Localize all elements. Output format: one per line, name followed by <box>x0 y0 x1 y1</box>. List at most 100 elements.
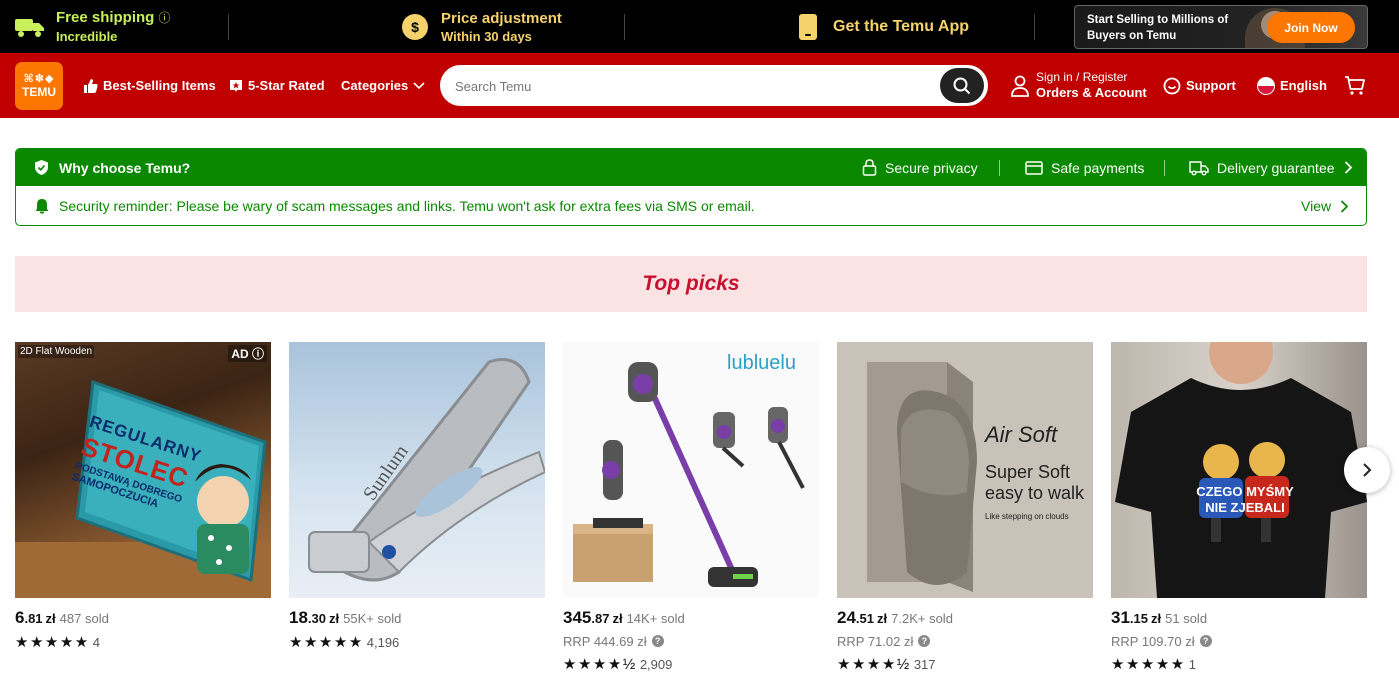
view-link[interactable]: View <box>1301 186 1349 225</box>
product-card[interactable]: Air Soft Super Soft easy to walk Like st… <box>837 342 1093 673</box>
product-image[interactable]: REGULARNY STOLEC PODSTAWĄ DOBREGO SAMOPO… <box>15 342 271 598</box>
nav-categories[interactable]: Categories <box>341 53 430 118</box>
rating-row: ★★★★★ 4,196 <box>289 634 545 651</box>
security-reminder-text: Security reminder: Please be wary of sca… <box>59 198 755 214</box>
help-icon[interactable]: ? <box>918 635 931 647</box>
divider <box>228 14 229 40</box>
help-icon[interactable]: ? <box>651 635 664 647</box>
join-now-button[interactable]: Join Now <box>1267 12 1355 43</box>
logo-text: TEMU <box>22 85 56 99</box>
nav-best-selling[interactable]: Best-Selling Items <box>84 53 216 118</box>
product-image[interactable]: Air Soft Super Soft easy to walk Like st… <box>837 342 1093 598</box>
sold-count: 55K+ sold <box>343 611 402 626</box>
rating-row: ★★★★★ 1 <box>1111 656 1367 673</box>
currency: zł <box>1151 611 1162 626</box>
product-image[interactable]: lubluelu <box>563 342 819 598</box>
star-rating: ★★★★½ <box>837 656 911 673</box>
chevron-right-icon <box>1363 463 1372 477</box>
ad-badge[interactable]: AD ⓘ <box>228 345 267 362</box>
search-input[interactable] <box>455 76 925 96</box>
user-icon <box>1011 75 1029 97</box>
product-card[interactable]: Sunlum 18.30 zł 55K+ sold ★★★★★ 4,196 <box>289 342 545 651</box>
promo-bar: Free shipping ⓘ Incredible $ Price adjus… <box>0 0 1399 53</box>
product-card[interactable]: lubluelu 345.87 zł 14K+ sold RRP 444.69 z… <box>563 342 819 673</box>
rrp-row: RRP 71.02 zł? <box>837 632 1093 650</box>
safe-payments-item: Safe payments <box>1025 149 1144 186</box>
cart-button[interactable] <box>1344 53 1371 118</box>
star-badge-icon <box>230 79 242 92</box>
sold-count: 487 sold <box>59 611 109 626</box>
price-integer: 6 <box>15 608 25 627</box>
price-integer: 24 <box>837 608 856 627</box>
product-card[interactable]: REGULARNY STOLEC PODSTAWĄ DOBREGO SAMOPO… <box>15 342 271 651</box>
search-button[interactable] <box>940 68 984 103</box>
start-selling-banner[interactable]: Start Selling to Millions of Buyers on T… <box>1074 5 1368 49</box>
divider <box>624 14 625 40</box>
price-decimal: .81 <box>24 611 43 626</box>
rating-row: ★★★★½ 317 <box>837 656 1093 673</box>
get-app-promo[interactable]: Get the Temu App <box>798 0 969 53</box>
security-reminder[interactable]: Security reminder: Please be wary of sca… <box>16 186 1366 225</box>
language-selector[interactable]: English <box>1257 53 1327 118</box>
product-card[interactable]: CZEGO MYŚMY NIE ZJEBALI 31.15 zł 51 sold … <box>1111 342 1367 673</box>
search-bar <box>440 65 988 106</box>
nail-clipper-illustration <box>308 358 545 582</box>
price-decimal: .30 <box>307 611 326 626</box>
product-image[interactable]: CZEGO MYŚMY NIE ZJEBALI <box>1111 342 1367 598</box>
carousel-next-button[interactable] <box>1344 447 1390 493</box>
why-choose-text: Why choose Temu? <box>59 159 191 176</box>
help-icon[interactable]: ? <box>1199 635 1212 647</box>
review-count: 1 <box>1188 656 1196 672</box>
star-rating: ★★★★★ <box>15 634 90 651</box>
price-adjustment-promo[interactable]: $ Price adjustment Within 30 days <box>400 0 562 53</box>
price-row: 31.15 zł 51 sold <box>1111 608 1367 628</box>
rrp-row: RRP 444.69 zł? <box>563 632 819 650</box>
tshirt-illustration <box>1115 342 1367 598</box>
phone-icon <box>799 13 817 40</box>
thumbs-up-icon <box>84 78 98 93</box>
why-choose-bar[interactable]: Why choose Temu? Secure privacy Safe pay… <box>16 149 1366 186</box>
divider <box>1164 160 1165 176</box>
account-menu[interactable]: Sign in / Register Orders & Account <box>1010 53 1147 118</box>
why-choose-temu: Why choose Temu? Secure privacy Safe pay… <box>15 148 1367 226</box>
chevron-right-icon <box>1344 161 1352 174</box>
rrp-row: RRP 109.70 zł? <box>1111 632 1367 650</box>
review-count: 4 <box>92 634 100 650</box>
delivery-guarantee-label: Delivery guarantee <box>1217 159 1335 176</box>
price-integer: 345 <box>563 608 592 627</box>
product-image[interactable]: Sunlum <box>289 342 545 598</box>
price-row: 6.81 zł 487 sold <box>15 608 271 628</box>
slipper-line: Air Soft <box>985 422 1058 447</box>
free-shipping-title: Free shipping <box>56 9 155 26</box>
sold-count: 14K+ sold <box>626 611 685 626</box>
view-label: View <box>1301 198 1332 214</box>
secure-privacy-item: Secure privacy <box>862 149 978 186</box>
support-link[interactable]: Support <box>1163 53 1236 118</box>
rrp-price: RRP 444.69 zł <box>563 633 647 649</box>
safe-payments-label: Safe payments <box>1051 159 1145 176</box>
product-tag: 2D Flat Wooden <box>18 345 95 358</box>
price-row: 18.30 zł 55K+ sold <box>289 608 545 628</box>
top-picks-banner: Top picks <box>15 256 1367 312</box>
support-label: Support <box>1186 78 1236 93</box>
free-shipping-promo[interactable]: Free shipping ⓘ Incredible <box>14 0 171 53</box>
shirt-text: CZEGO MYŚMY NIE ZJEBALI <box>1175 484 1315 516</box>
nav-5-star-rated[interactable]: 5-Star Rated <box>229 53 325 118</box>
truck-icon <box>15 18 44 37</box>
price-integer: 31 <box>1111 608 1130 627</box>
delivery-guarantee-item: Delivery guarantee <box>1189 149 1353 186</box>
card-icon <box>1025 160 1043 175</box>
orders-account-label: Orders & Account <box>1036 85 1147 100</box>
nav-best-selling-label: Best-Selling Items <box>103 78 216 93</box>
header: ⌘✽◆ TEMU Best-Selling Items 5-Star Rated… <box>0 53 1399 118</box>
star-rating: ★★★★★ <box>1111 656 1186 673</box>
temu-logo[interactable]: ⌘✽◆ TEMU <box>15 62 63 110</box>
currency: zł <box>329 611 340 626</box>
price-adjustment-title: Price adjustment <box>441 9 562 27</box>
price-row: 24.51 zł 7.2K+ sold <box>837 608 1093 628</box>
why-choose-title: Why choose Temu? <box>34 149 190 186</box>
star-rating: ★★★★½ <box>563 656 637 673</box>
cart-icon <box>1345 75 1365 95</box>
nav-categories-label: Categories <box>341 78 409 93</box>
price-row: 345.87 zł 14K+ sold <box>563 608 819 628</box>
